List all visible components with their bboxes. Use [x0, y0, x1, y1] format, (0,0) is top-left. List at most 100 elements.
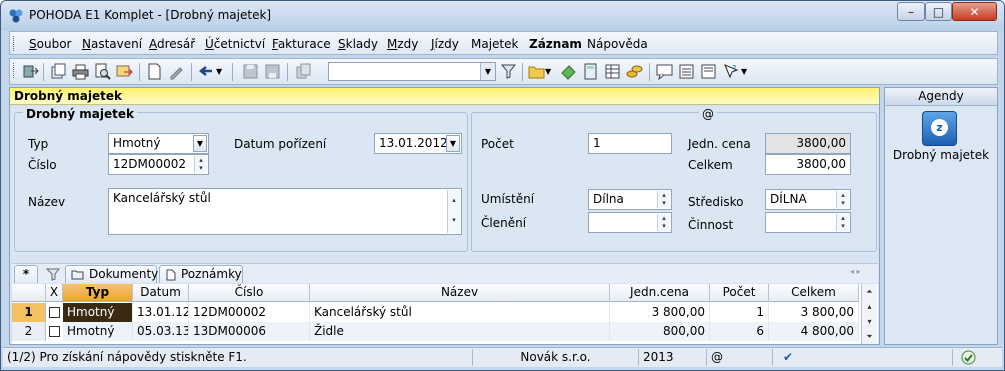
- filter-icon[interactable]: [501, 63, 518, 80]
- table-scrollbar[interactable]: ⏶ ▴ ▾ ⏷: [861, 284, 877, 344]
- menu-soubor[interactable]: Soubor: [29, 37, 71, 51]
- menu-fakturace[interactable]: Fakturace: [272, 37, 331, 51]
- menu-mzdy[interactable]: Mzdy: [387, 37, 418, 51]
- row-number[interactable]: 2: [12, 322, 46, 341]
- cell-typ[interactable]: Hmotný: [63, 322, 133, 341]
- table-row[interactable]: 1 Hmotný 13.01.12 12DM00002 Kancelářský …: [12, 303, 860, 322]
- agendy-item-drobny-majetek[interactable]: Drobný majetek: [885, 148, 997, 162]
- cell-datum[interactable]: 13.01.12: [133, 303, 189, 322]
- help-icon[interactable]: ?: [722, 63, 739, 80]
- col-header-nazev[interactable]: Název: [310, 284, 610, 302]
- col-header-cislo[interactable]: Číslo: [189, 284, 310, 302]
- message-icon[interactable]: [656, 63, 673, 80]
- tab-dokumenty[interactable]: Dokumenty: [65, 265, 158, 283]
- payment-icon[interactable]: [560, 63, 577, 80]
- row-number[interactable]: 1: [12, 303, 46, 322]
- cell-cislo[interactable]: 12DM00002: [189, 303, 310, 322]
- copy-settings-icon[interactable]: [50, 63, 67, 80]
- toolbar-grip[interactable]: [13, 63, 16, 78]
- cislo-field[interactable]: 12DM00002 ▴ ▾: [108, 154, 209, 175]
- menu-majetek[interactable]: Majetek: [471, 37, 518, 51]
- row-checkbox[interactable]: [49, 326, 60, 337]
- cell-pocet[interactable]: 6: [710, 322, 769, 341]
- minimize-button[interactable]: –: [897, 2, 925, 21]
- save-icon[interactable]: [242, 63, 259, 80]
- exit-icon[interactable]: [22, 63, 39, 80]
- cinnost-field[interactable]: ▴ ▾: [765, 212, 851, 233]
- save-disabled-icon[interactable]: [264, 63, 281, 80]
- nazev-scroll-icon[interactable]: ▴ ▾: [447, 190, 460, 233]
- datum-field[interactable]: 13.01.2012 ▼: [374, 133, 462, 154]
- new-record-icon[interactable]: [146, 63, 163, 80]
- cell-datum[interactable]: 05.03.13: [133, 322, 189, 341]
- cinnost-spinner-icon[interactable]: ▴ ▾: [836, 214, 849, 231]
- calculator-icon[interactable]: [582, 63, 599, 80]
- quick-search-combo[interactable]: ▼: [328, 62, 496, 81]
- coins-icon[interactable]: [626, 63, 643, 80]
- menu-sklady[interactable]: Sklady: [338, 37, 378, 51]
- col-header-pocet[interactable]: Počet: [710, 284, 769, 302]
- cell-typ[interactable]: Hmotný: [63, 303, 133, 322]
- stredisko-field[interactable]: DÍLNA ▴ ▾: [765, 189, 851, 210]
- menu-ucetnictvi[interactable]: Účetnictví: [205, 37, 265, 51]
- celkem-field[interactable]: 3800,00: [765, 154, 851, 175]
- app-icon: [9, 9, 23, 23]
- cell-nazev[interactable]: Židle: [310, 322, 610, 341]
- umisteni-spinner-icon[interactable]: ▴ ▾: [657, 191, 670, 208]
- print-icon[interactable]: [72, 63, 89, 80]
- col-header-typ[interactable]: Typ: [63, 284, 133, 302]
- maximize-button[interactable]: □: [925, 2, 952, 21]
- scroll-top-icon[interactable]: ⏶: [862, 284, 877, 299]
- pocet-field[interactable]: 1: [588, 133, 672, 154]
- datum-dropdown-icon[interactable]: ▼: [446, 135, 460, 152]
- col-header-celkem[interactable]: Celkem: [769, 284, 859, 302]
- cell-celkem[interactable]: 3 800,00: [769, 303, 859, 322]
- table-row[interactable]: 2 Hmotný 05.03.13 13DM00006 Židle 800,00…: [12, 322, 860, 341]
- menu-adresar[interactable]: Adresář: [149, 37, 195, 51]
- menu-nastaveni[interactable]: Nastavení: [82, 37, 142, 51]
- col-header-jedn-cena[interactable]: Jedn.cena: [610, 284, 710, 302]
- notes-icon[interactable]: [700, 63, 717, 80]
- list-icon[interactable]: [678, 63, 695, 80]
- cleneni-spinner-icon[interactable]: ▴ ▾: [657, 214, 670, 231]
- folder-icon[interactable]: [528, 63, 545, 80]
- umisteni-field[interactable]: Dílna ▴ ▾: [588, 189, 672, 210]
- cell-jedn-cena[interactable]: 800,00: [610, 322, 710, 341]
- cell-nazev[interactable]: Kancelářský stůl: [310, 303, 610, 322]
- tab-star[interactable]: *: [14, 265, 38, 283]
- tabs-scroll-icon[interactable]: ◂ ▸: [850, 267, 861, 276]
- help-dropdown-icon[interactable]: ▼: [741, 63, 758, 80]
- stredisko-spinner-icon[interactable]: ▴ ▾: [836, 191, 849, 208]
- scroll-down-icon[interactable]: ▾: [862, 314, 877, 329]
- cell-celkem[interactable]: 4 800,00: [769, 322, 859, 341]
- drobny-majetek-icon[interactable]: z: [922, 111, 957, 146]
- scroll-bottom-icon[interactable]: ⏷: [862, 329, 877, 344]
- back-arrow-icon[interactable]: [198, 63, 215, 80]
- scroll-up-icon[interactable]: ▴: [862, 299, 877, 314]
- cell-cislo[interactable]: 13DM00006: [189, 322, 310, 341]
- menu-napoveda[interactable]: Nápověda: [587, 37, 648, 51]
- combo-dropdown-icon[interactable]: ▼: [480, 63, 495, 80]
- col-header-x[interactable]: X: [46, 284, 63, 302]
- table-icon[interactable]: [604, 63, 621, 80]
- send-document-icon[interactable]: [116, 63, 133, 80]
- row-checkbox[interactable]: [49, 307, 60, 318]
- tab-poznamky[interactable]: Poznámky: [159, 265, 243, 283]
- filter-tab-icon[interactable]: [46, 267, 60, 281]
- col-header-datum[interactable]: Datum: [133, 284, 189, 302]
- nazev-textarea[interactable]: Kancelářský stůl ▴ ▾: [108, 188, 462, 235]
- close-button[interactable]: ✕: [952, 2, 997, 21]
- menu-zaznam[interactable]: Záznam: [529, 37, 582, 51]
- duplicate-icon[interactable]: [295, 63, 312, 80]
- cell-jedn-cena[interactable]: 3 800,00: [610, 303, 710, 322]
- menu-grip[interactable]: [13, 36, 16, 51]
- typ-dropdown-icon[interactable]: ▼: [193, 135, 207, 152]
- cleneni-field[interactable]: ▴ ▾: [588, 212, 672, 233]
- cell-pocet[interactable]: 1: [710, 303, 769, 322]
- cislo-spinner-icon[interactable]: ▴ ▾: [194, 156, 207, 173]
- print-preview-icon[interactable]: [94, 63, 111, 80]
- edit-icon[interactable]: [168, 63, 185, 80]
- back-dropdown-icon[interactable]: ▼: [216, 63, 233, 80]
- menu-jizdy[interactable]: Jízdy: [431, 37, 459, 51]
- typ-select[interactable]: Hmotný ▼: [108, 133, 209, 154]
